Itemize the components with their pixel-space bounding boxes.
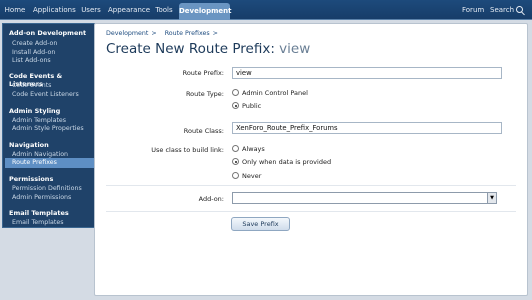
page-title-text: Create New Route Prefix:: [106, 41, 275, 57]
sidebar-item-admin-templates[interactable]: Admin Templates: [12, 117, 66, 124]
breadcrumb: Development > Route Prefixes >: [106, 30, 221, 37]
sidebar-item-list-addons[interactable]: List Add-ons: [12, 57, 51, 64]
use-class-data-label: Only when data is provided: [242, 158, 332, 166]
sidebar: Add-on Development Create Add-on Install…: [2, 23, 102, 228]
route-type-admin-radio[interactable]: Admin Control Panel: [232, 89, 308, 97]
page-title: Create New Route Prefix: view: [106, 41, 310, 57]
addon-select[interactable]: ▼: [232, 192, 497, 204]
top-navigation: Home Applications Users Appearance Tools…: [0, 0, 532, 20]
route-type-admin-label: Admin Control Panel: [242, 89, 308, 97]
sidebar-item-email-templates[interactable]: Email Templates: [12, 219, 64, 226]
tab-users[interactable]: Users: [81, 0, 101, 20]
sidebar-item-permission-definitions[interactable]: Permission Definitions: [12, 185, 82, 192]
use-class-always-label: Always: [242, 145, 265, 153]
divider: [106, 211, 516, 212]
page-title-value: view: [279, 41, 311, 57]
tab-home[interactable]: Home: [3, 0, 27, 20]
sidebar-item-create-addon[interactable]: Create Add-on: [12, 40, 57, 47]
sidebar-item-code-event-listeners[interactable]: Code Event Listeners: [12, 91, 79, 98]
sidebar-item-admin-permissions[interactable]: Admin Permissions: [12, 194, 71, 201]
route-prefix-input[interactable]: view: [232, 67, 502, 79]
radio-button[interactable]: [232, 89, 239, 96]
radio-button[interactable]: [232, 145, 239, 152]
use-class-always-radio[interactable]: Always: [232, 145, 265, 153]
route-class-input[interactable]: XenForo_Route_Prefix_Forums: [232, 122, 502, 134]
sidebar-item-code-events[interactable]: Code Events: [12, 82, 51, 89]
sidebar-item-route-prefixes[interactable]: Route Prefixes: [5, 158, 102, 168]
forum-link[interactable]: Forum: [462, 0, 484, 20]
route-prefix-label: Route Prefix:: [182, 69, 224, 77]
route-type-public-label: Public: [242, 102, 262, 110]
use-class-never-label: Never: [242, 172, 262, 180]
sidebar-item-admin-style-properties[interactable]: Admin Style Properties: [12, 125, 84, 132]
use-class-data-radio[interactable]: Only when data is provided: [232, 158, 331, 166]
search-label: Search: [490, 6, 515, 14]
search-link[interactable]: Search: [490, 0, 524, 20]
sidebar-heading-navigation: Navigation: [9, 141, 49, 149]
sidebar-heading-email-templates: Email Templates: [9, 209, 69, 217]
chevron-down-icon[interactable]: ▼: [487, 193, 496, 203]
radio-button-selected[interactable]: [232, 102, 239, 109]
sidebar-heading-admin-styling: Admin Styling: [9, 107, 61, 115]
breadcrumb-separator: >: [151, 30, 157, 37]
main-panel: Development > Route Prefixes > Create New …: [94, 23, 528, 296]
breadcrumb-separator: >: [212, 30, 218, 37]
breadcrumb-route-prefixes[interactable]: Route Prefixes: [165, 30, 210, 37]
tab-development[interactable]: Development: [179, 3, 231, 20]
sidebar-item-admin-navigation[interactable]: Admin Navigation: [12, 151, 68, 158]
breadcrumb-development[interactable]: Development: [106, 30, 148, 37]
tab-applications[interactable]: Applications: [33, 0, 76, 20]
radio-button[interactable]: [232, 172, 239, 179]
tab-appearance[interactable]: Appearance: [108, 0, 150, 20]
use-class-never-radio[interactable]: Never: [232, 172, 261, 180]
use-class-label: Use class to build link:: [151, 146, 224, 154]
route-type-public-radio[interactable]: Public: [232, 102, 261, 110]
save-prefix-button[interactable]: Save Prefix: [231, 217, 290, 231]
search-icon: [516, 6, 524, 13]
addon-label: Add-on:: [198, 195, 224, 203]
tab-tools[interactable]: Tools: [153, 0, 175, 20]
sidebar-heading-addon-development: Add-on Development: [9, 29, 87, 37]
route-type-label: Route Type:: [185, 90, 224, 98]
radio-button-selected[interactable]: [232, 158, 239, 165]
route-class-label: Route Class:: [183, 127, 224, 135]
divider: [106, 185, 516, 186]
sidebar-item-install-addon[interactable]: Install Add-on: [12, 49, 55, 56]
sidebar-heading-permissions: Permissions: [9, 175, 54, 183]
